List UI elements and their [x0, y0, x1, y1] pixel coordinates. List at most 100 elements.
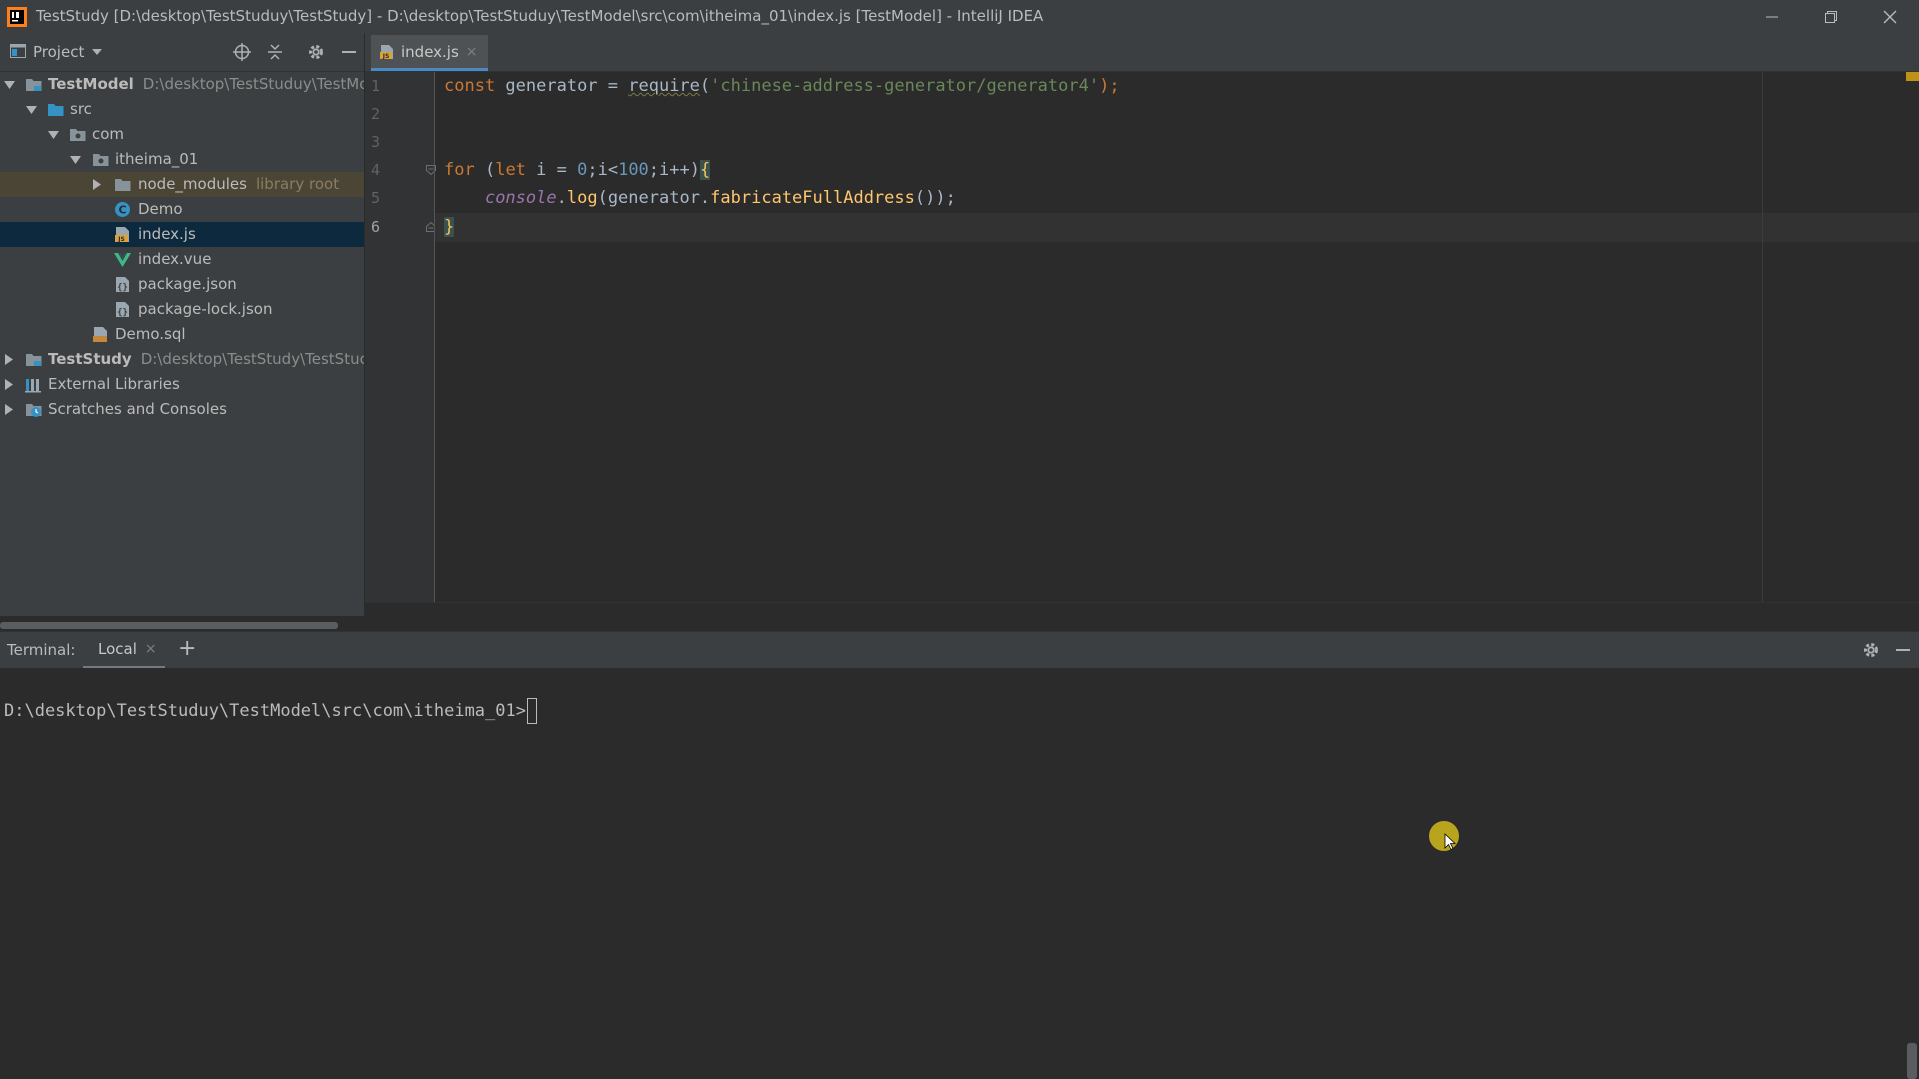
editor-gutter: 1 2 3 4 5 6 [365, 72, 436, 602]
tree-item-external-libraries[interactable]: External Libraries [0, 372, 364, 397]
source-folder-icon [48, 104, 64, 116]
folder-icon [115, 179, 131, 191]
js-file-icon: JS [380, 44, 393, 60]
tree-item-package-lock-json[interactable]: {} package-lock.json [0, 297, 364, 322]
svg-text:JS: JS [382, 53, 390, 60]
tree-item-com[interactable]: com [0, 122, 364, 147]
tree-item-scratches-consoles[interactable]: Scratches and Consoles [0, 397, 364, 422]
module-folder-icon [26, 79, 42, 91]
line-number: 4 [371, 161, 381, 179]
code-line-4: for (let i = 0;i<100;i++){ [444, 156, 711, 185]
hide-panel-button[interactable] [341, 43, 357, 61]
tab-close-icon[interactable]: × [466, 44, 478, 60]
locate-button[interactable] [233, 43, 251, 61]
code-line-1: const generator = require('chinese-addre… [444, 72, 1120, 101]
vue-file-icon [114, 253, 131, 267]
terminal-tab-local[interactable]: Local × [83, 632, 165, 669]
terminal-output[interactable]: D:\desktop\TestStuduy\TestModel\src\com\… [0, 668, 1919, 1079]
line-number: 3 [371, 133, 381, 151]
code-line-5: console.log(generator.fabricateFullAddre… [444, 184, 956, 213]
terminal-tab-close-icon[interactable]: × [145, 641, 157, 657]
title-bar: TestStudy [D:\desktop\TestStuduy\TestStu… [0, 0, 1919, 34]
collapse-all-icon [268, 44, 282, 60]
text-cursor [526, 698, 537, 724]
code-text: ;i++) [648, 160, 700, 180]
terminal-hide-button[interactable] [1895, 641, 1911, 659]
collapsed-arrow-icon [5, 379, 13, 390]
module-folder-icon [26, 354, 42, 366]
tree-item-index-js[interactable]: JS index.js [0, 222, 364, 247]
expanded-arrow-icon [26, 106, 37, 114]
terminal-settings-button[interactable] [1862, 641, 1880, 659]
code-text: . [556, 188, 567, 208]
brace-match-close: } [444, 217, 455, 237]
settings-button[interactable] [307, 43, 325, 61]
class-icon: C [115, 202, 130, 217]
sql-file-icon [93, 327, 107, 342]
tree-label: package-lock.json [138, 300, 273, 318]
keyword-let: let [495, 160, 526, 180]
svg-text:{}: {} [117, 308, 128, 318]
close-icon [1883, 10, 1897, 23]
tree-item-testmodel[interactable]: TestModel D:\desktop\TestStuduy\TestMo [0, 72, 364, 97]
tree-label: src [70, 100, 92, 118]
tree-label: Demo.sql [115, 325, 186, 343]
editor-tab-bar: JS index.js × [365, 33, 1919, 72]
method-log: log [566, 188, 598, 208]
gear-icon [309, 45, 323, 59]
tree-item-index-vue[interactable]: index.vue [0, 247, 364, 272]
terminal-vertical-scrollbar[interactable] [1907, 1043, 1917, 1079]
tree-item-node-modules[interactable]: node_modules library root [0, 172, 364, 197]
tree-path: D:\desktop\TestStudy\TestStuc [140, 350, 364, 368]
tree-label: Demo [138, 200, 183, 218]
tree-label: package.json [138, 275, 237, 293]
code-editor[interactable]: const generator = require('chinese-addre… [435, 72, 1919, 602]
new-terminal-button[interactable]: + [178, 632, 196, 668]
project-horizontal-scrollbar[interactable] [0, 622, 338, 629]
expanded-arrow-icon [70, 156, 81, 164]
line-number-current: 6 [371, 218, 381, 236]
code-line-6: } [444, 213, 455, 242]
editor-bottom-area [365, 602, 1919, 632]
project-view-label: Project [33, 43, 85, 61]
json-file-icon: {} [116, 277, 129, 293]
collapse-all-button[interactable] [266, 43, 284, 61]
tree-item-teststudy[interactable]: TestStudy D:\desktop\TestStudy\TestStuc [0, 347, 364, 372]
collapsed-arrow-icon [93, 179, 101, 190]
line-number: 2 [371, 105, 381, 123]
expanded-arrow-icon [48, 131, 59, 139]
tree-item-package-json[interactable]: {} package.json [0, 272, 364, 297]
terminal-tab-label: Local [98, 640, 137, 658]
minimize-button[interactable] [1743, 0, 1801, 33]
restore-icon [1825, 10, 1837, 23]
number-literal: 0 [577, 160, 588, 180]
code-text: generator = [495, 76, 629, 96]
project-tree: TestModel D:\desktop\TestStuduy\TestMo sr… [0, 72, 364, 616]
tree-item-src[interactable]: src [0, 97, 364, 122]
tree-item-itheima-01[interactable]: itheima_01 [0, 147, 364, 172]
terminal-label: Terminal: [7, 641, 76, 659]
hide-icon [342, 51, 356, 53]
restore-button[interactable] [1802, 0, 1860, 33]
console-object: console [484, 188, 557, 208]
collapsed-arrow-icon [5, 354, 13, 365]
string-literal: 'chinese-address-generator/generator4' [710, 76, 1100, 96]
package-icon [93, 154, 109, 166]
keyword-for: for [444, 160, 475, 180]
tree-item-demo-sql[interactable]: Demo.sql [0, 322, 364, 347]
editor-tab-index-js[interactable]: JS index.js × [371, 35, 488, 71]
window-title: TestStudy [D:\desktop\TestStuduy\TestStu… [36, 7, 1044, 25]
require-call: require [628, 76, 700, 96]
error-stripe-marker[interactable] [1906, 72, 1919, 81]
tree-item-demo[interactable]: C Demo [0, 197, 364, 222]
close-window-button[interactable] [1861, 0, 1919, 33]
libraries-icon [25, 379, 41, 393]
locate-icon [233, 43, 251, 61]
project-view-selector[interactable]: Project [33, 33, 103, 71]
line-number: 5 [371, 189, 381, 207]
tab-label: index.js [401, 42, 459, 61]
code-punct: ); [1099, 76, 1120, 96]
line-number: 1 [371, 77, 381, 95]
number-literal: 100 [618, 160, 649, 180]
